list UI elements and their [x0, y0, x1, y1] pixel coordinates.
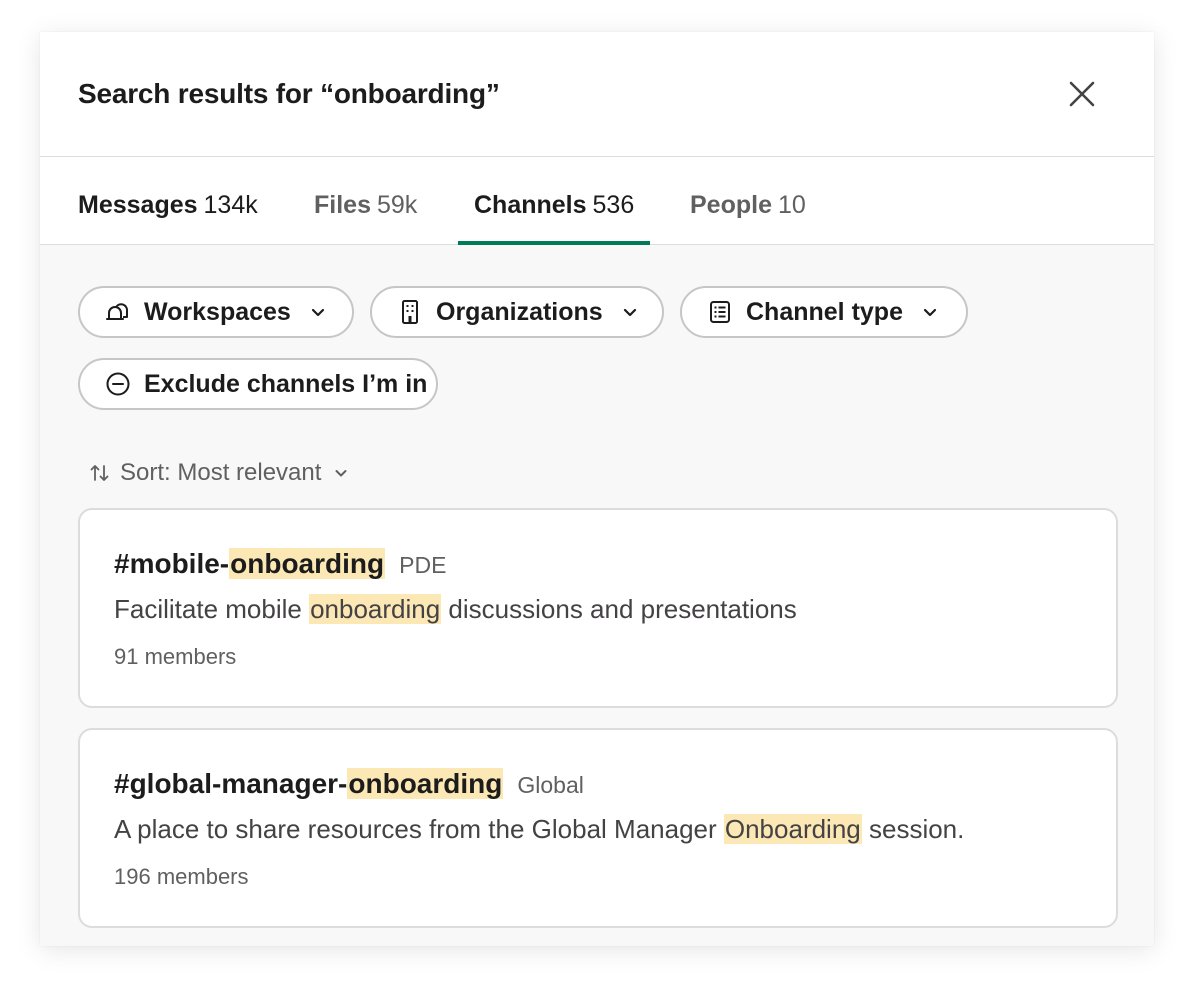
search-results-panel: Search results for “onboarding” Messages… [40, 32, 1154, 946]
channel-name: #global-manager-onboarding Global [114, 768, 584, 799]
building-icon [396, 298, 424, 326]
workspaces-filter-label: Workspaces [144, 297, 291, 326]
tab-people[interactable]: People 10 [690, 157, 806, 244]
channel-description: Facilitate mobile onboarding discussions… [114, 594, 797, 624]
sort-dropdown[interactable]: Sort: Most relevant [88, 456, 349, 490]
search-highlight: onboarding [347, 768, 504, 799]
channel-result-card[interactable]: #global-manager-onboarding Global A place… [78, 728, 1118, 928]
close-button[interactable] [1064, 76, 1100, 112]
chevron-down-icon [621, 303, 639, 321]
chevron-down-icon [333, 465, 349, 481]
tab-bar: Messages 134k Files 59k Channels 536 People… [40, 157, 1154, 245]
channel-description: A place to share resources from the Glob… [114, 814, 965, 844]
active-tab-indicator [458, 241, 650, 245]
channel-result-card[interactable]: #mobile-onboarding PDE Facilitate mobile … [78, 508, 1118, 708]
search-highlight: onboarding [229, 548, 386, 579]
sort-arrows-icon [88, 461, 112, 485]
search-highlight: onboarding [309, 594, 442, 624]
chevron-down-icon [921, 303, 939, 321]
page-title: Search results for “onboarding” [78, 78, 500, 109]
exclude-channels-filter-button[interactable]: Exclude channels I’m in [78, 358, 438, 410]
search-highlight: Onboarding [723, 814, 862, 844]
minus-circle-icon [104, 370, 132, 398]
list-icon [706, 298, 734, 326]
sort-label: Sort: Most relevant [120, 459, 322, 486]
organizations-filter-button[interactable]: Organizations [370, 286, 664, 338]
member-count: 91 members [114, 644, 237, 669]
tab-messages[interactable]: Messages 134k [78, 157, 258, 244]
panel-header: Search results for “onboarding” [40, 32, 1154, 157]
organizations-filter-label: Organizations [436, 297, 603, 326]
workspace-name: Global [517, 772, 584, 798]
channel-name: #mobile-onboarding PDE [114, 548, 447, 579]
channel-type-filter-label: Channel type [746, 297, 903, 326]
workspaces-filter-button[interactable]: Workspaces [78, 286, 354, 338]
channel-type-filter-button[interactable]: Channel type [680, 286, 968, 338]
tab-files[interactable]: Files 59k [314, 157, 417, 244]
chevron-down-icon [309, 303, 327, 321]
workspaces-icon [104, 298, 132, 326]
tab-channels[interactable]: Channels 536 [474, 157, 634, 244]
close-icon [1069, 81, 1095, 107]
workspace-name: PDE [399, 552, 447, 578]
member-count: 196 members [114, 864, 249, 889]
exclude-channels-label: Exclude channels I’m in [144, 369, 428, 398]
